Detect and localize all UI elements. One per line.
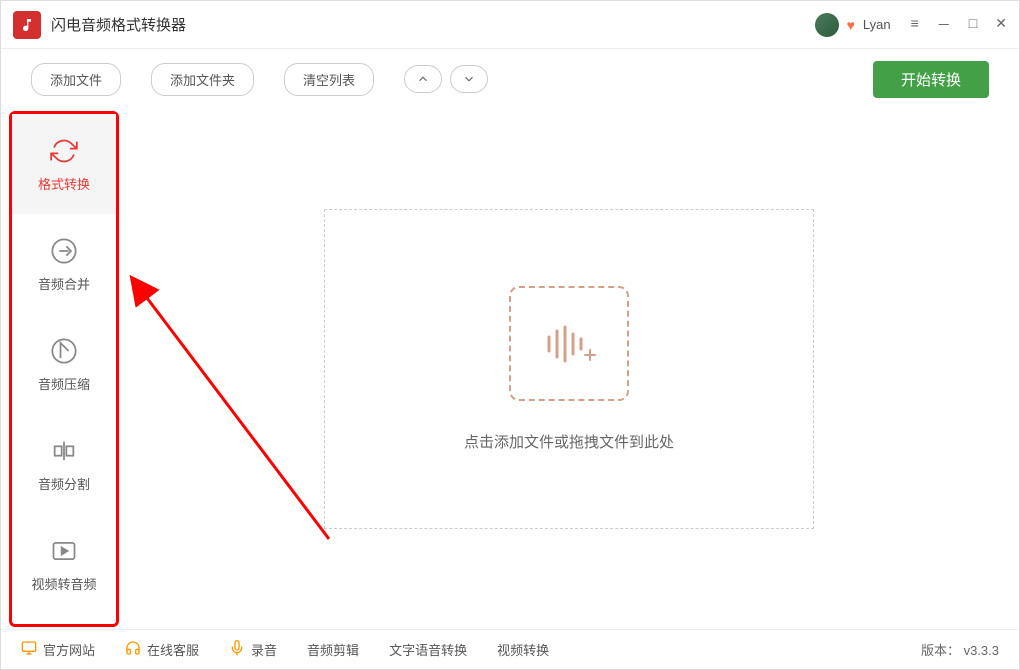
- clear-list-button[interactable]: 清空列表: [284, 63, 374, 96]
- maximize-button[interactable]: □: [969, 15, 977, 35]
- version-label: 版本： v3.3.3: [921, 640, 999, 659]
- user-area[interactable]: ♥ Lyan: [815, 13, 891, 37]
- mic-icon: [229, 640, 245, 659]
- minimize-button[interactable]: －: [937, 15, 951, 35]
- footer-official-site[interactable]: 官方网站: [21, 640, 95, 659]
- sidebar-item-format-convert[interactable]: 格式转换: [12, 114, 116, 214]
- close-button[interactable]: ✕: [995, 15, 1007, 35]
- reorder-controls: [404, 65, 488, 93]
- window-controls: ≡ － □ ✕: [911, 15, 1007, 35]
- vip-icon: ♥: [847, 17, 855, 33]
- sidebar-item-label: 视频转音频: [31, 574, 96, 593]
- refresh-icon: [49, 136, 79, 166]
- monitor-icon: [21, 640, 37, 659]
- video-icon: [49, 536, 79, 566]
- merge-icon: [49, 236, 79, 266]
- dropzone[interactable]: 点击添加文件或拖拽文件到此处: [324, 209, 814, 529]
- footer-text-to-speech[interactable]: 文字语音转换: [389, 640, 467, 659]
- sidebar-item-label: 音频合并: [38, 274, 90, 293]
- footer-label: 音频剪辑: [307, 640, 359, 659]
- footer-record[interactable]: 录音: [229, 640, 277, 659]
- toolbar: 添加文件 添加文件夹 清空列表 开始转换: [1, 49, 1019, 109]
- sidebar: 格式转换 音频合并 音频压缩 音频分割 视频转音频: [9, 111, 119, 627]
- footer-label: 在线客服: [147, 640, 199, 659]
- sidebar-item-video-to-audio[interactable]: 视频转音频: [12, 514, 116, 614]
- sidebar-item-audio-merge[interactable]: 音频合并: [12, 214, 116, 314]
- headset-icon: [125, 640, 141, 659]
- app-title: 闪电音频格式转换器: [51, 14, 815, 35]
- move-up-button[interactable]: [404, 65, 442, 93]
- sidebar-item-audio-compress[interactable]: 音频压缩: [12, 314, 116, 414]
- footer-label: 视频转换: [497, 640, 549, 659]
- footer-label: 文字语音转换: [389, 640, 467, 659]
- footer-label: 官方网站: [43, 640, 95, 659]
- footer-video-convert[interactable]: 视频转换: [497, 640, 549, 659]
- sidebar-item-label: 音频压缩: [38, 374, 90, 393]
- app-logo-icon: [13, 11, 41, 39]
- footer: 官方网站 在线客服 录音 音频剪辑 文字语音转换 视频转换 版本： v3.3.3: [1, 629, 1019, 669]
- menu-button[interactable]: ≡: [911, 15, 919, 35]
- add-folder-button[interactable]: 添加文件夹: [151, 63, 254, 96]
- content-area: 点击添加文件或拖拽文件到此处: [119, 109, 1019, 629]
- footer-online-service[interactable]: 在线客服: [125, 640, 199, 659]
- sidebar-item-label: 格式转换: [38, 174, 90, 193]
- titlebar: 闪电音频格式转换器 ♥ Lyan ≡ － □ ✕: [1, 1, 1019, 49]
- move-down-button[interactable]: [450, 65, 488, 93]
- compress-icon: [49, 336, 79, 366]
- dropzone-icon-box: [509, 286, 629, 401]
- start-convert-button[interactable]: 开始转换: [873, 61, 989, 98]
- avatar: [815, 13, 839, 37]
- audio-add-icon: [539, 319, 599, 369]
- split-icon: [49, 436, 79, 466]
- username: Lyan: [863, 17, 891, 32]
- add-file-button[interactable]: 添加文件: [31, 63, 121, 96]
- sidebar-item-audio-split[interactable]: 音频分割: [12, 414, 116, 514]
- dropzone-text: 点击添加文件或拖拽文件到此处: [464, 431, 674, 452]
- annotation-arrow: [129, 259, 349, 559]
- footer-label: 录音: [251, 640, 277, 659]
- sidebar-item-label: 音频分割: [38, 474, 90, 493]
- main-area: 格式转换 音频合并 音频压缩 音频分割 视频转音频: [1, 109, 1019, 629]
- footer-audio-edit[interactable]: 音频剪辑: [307, 640, 359, 659]
